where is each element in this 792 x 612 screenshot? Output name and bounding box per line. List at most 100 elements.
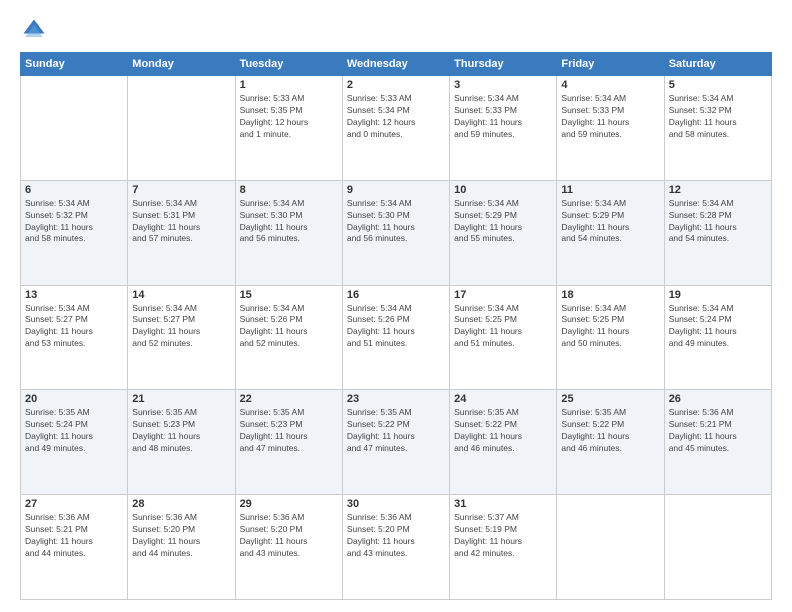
day-number: 26: [669, 393, 767, 405]
calendar-cell: 15 Sunrise: 5:34 AM Sunset: 5:26 PM Dayli…: [235, 285, 342, 390]
calendar-cell: 9 Sunrise: 5:34 AM Sunset: 5:30 PM Daylig…: [342, 180, 449, 285]
weekday-header: Wednesday: [342, 53, 449, 76]
calendar-cell: 21 Sunrise: 5:35 AM Sunset: 5:23 PM Dayli…: [128, 390, 235, 495]
day-info: Sunrise: 5:35 AM Sunset: 5:22 PM Dayligh…: [347, 407, 445, 455]
calendar-cell: 30Sunrise: 5:36 AM Sunset: 5:20 PM Dayli…: [342, 495, 449, 600]
day-number: 7: [132, 184, 230, 196]
calendar-cell: 26 Sunrise: 5:36 AM Sunset: 5:21 PM Dayli…: [664, 390, 771, 495]
day-number: 6: [25, 184, 123, 196]
calendar-cell: 23 Sunrise: 5:35 AM Sunset: 5:22 PM Dayli…: [342, 390, 449, 495]
day-info: Sunrise: 5:36 AM Sunset: 5:20 PM Dayligh…: [347, 512, 445, 560]
calendar-cell: 24 Sunrise: 5:35 AM Sunset: 5:22 PM Dayli…: [450, 390, 557, 495]
calendar-cell: 22 Sunrise: 5:35 AM Sunset: 5:23 PM Dayli…: [235, 390, 342, 495]
weekday-header: Monday: [128, 53, 235, 76]
calendar-cell: 5Sunrise: 5:34 AM Sunset: 5:32 PM Daylig…: [664, 76, 771, 181]
weekday-header: Saturday: [664, 53, 771, 76]
day-info: Sunrise: 5:34 AM Sunset: 5:27 PM Dayligh…: [25, 303, 123, 351]
calendar-cell: [21, 76, 128, 181]
day-info: Sunrise: 5:35 AM Sunset: 5:22 PM Dayligh…: [561, 407, 659, 455]
day-info: Sunrise: 5:34 AM Sunset: 5:30 PM Dayligh…: [347, 198, 445, 246]
calendar-table: SundayMondayTuesdayWednesdayThursdayFrid…: [20, 52, 772, 600]
day-number: 21: [132, 393, 230, 405]
day-number: 5: [669, 79, 767, 91]
day-number: 14: [132, 289, 230, 301]
calendar-cell: 1 Sunrise: 5:33 AM Sunset: 5:35 PM Daylig…: [235, 76, 342, 181]
day-number: 24: [454, 393, 552, 405]
day-info: Sunrise: 5:36 AM Sunset: 5:21 PM Dayligh…: [669, 407, 767, 455]
day-number: 15: [240, 289, 338, 301]
calendar-cell: 2 Sunrise: 5:33 AM Sunset: 5:34 PM Daylig…: [342, 76, 449, 181]
day-number: 20: [25, 393, 123, 405]
day-info: Sunrise: 5:35 AM Sunset: 5:22 PM Dayligh…: [454, 407, 552, 455]
weekday-header: Friday: [557, 53, 664, 76]
page: SundayMondayTuesdayWednesdayThursdayFrid…: [0, 0, 792, 612]
calendar-cell: 13 Sunrise: 5:34 AM Sunset: 5:27 PM Dayli…: [21, 285, 128, 390]
day-number: 18: [561, 289, 659, 301]
day-number: 13: [25, 289, 123, 301]
calendar-cell: [128, 76, 235, 181]
day-info: Sunrise: 5:34 AM Sunset: 5:33 PM Dayligh…: [454, 93, 552, 141]
calendar-header-row: SundayMondayTuesdayWednesdayThursdayFrid…: [21, 53, 772, 76]
day-info: Sunrise: 5:34 AM Sunset: 5:26 PM Dayligh…: [240, 303, 338, 351]
day-info: Sunrise: 5:34 AM Sunset: 5:25 PM Dayligh…: [561, 303, 659, 351]
day-info: Sunrise: 5:34 AM Sunset: 5:26 PM Dayligh…: [347, 303, 445, 351]
day-number: 27: [25, 498, 123, 510]
calendar-week-row: 20 Sunrise: 5:35 AM Sunset: 5:24 PM Dayli…: [21, 390, 772, 495]
calendar-cell: 29 Sunrise: 5:36 AM Sunset: 5:20 PM Dayli…: [235, 495, 342, 600]
day-info: Sunrise: 5:35 AM Sunset: 5:23 PM Dayligh…: [240, 407, 338, 455]
calendar-week-row: 27 Sunrise: 5:36 AM Sunset: 5:21 PM Dayli…: [21, 495, 772, 600]
day-number: 22: [240, 393, 338, 405]
day-info: Sunrise: 5:37 AM Sunset: 5:19 PM Dayligh…: [454, 512, 552, 560]
day-number: 17: [454, 289, 552, 301]
day-info: Sunrise: 5:33 AM Sunset: 5:35 PM Dayligh…: [240, 93, 338, 141]
day-info: Sunrise: 5:34 AM Sunset: 5:32 PM Dayligh…: [25, 198, 123, 246]
calendar-cell: 12Sunrise: 5:34 AM Sunset: 5:28 PM Dayli…: [664, 180, 771, 285]
day-number: 29: [240, 498, 338, 510]
day-number: 12: [669, 184, 767, 196]
calendar-cell: 8Sunrise: 5:34 AM Sunset: 5:30 PM Daylig…: [235, 180, 342, 285]
day-info: Sunrise: 5:36 AM Sunset: 5:20 PM Dayligh…: [132, 512, 230, 560]
calendar-cell: 7 Sunrise: 5:34 AM Sunset: 5:31 PM Daylig…: [128, 180, 235, 285]
calendar-cell: 10Sunrise: 5:34 AM Sunset: 5:29 PM Dayli…: [450, 180, 557, 285]
calendar-cell: 20 Sunrise: 5:35 AM Sunset: 5:24 PM Dayli…: [21, 390, 128, 495]
calendar-cell: 31 Sunrise: 5:37 AM Sunset: 5:19 PM Dayli…: [450, 495, 557, 600]
day-number: 11: [561, 184, 659, 196]
day-info: Sunrise: 5:34 AM Sunset: 5:30 PM Dayligh…: [240, 198, 338, 246]
day-info: Sunrise: 5:34 AM Sunset: 5:24 PM Dayligh…: [669, 303, 767, 351]
calendar-cell: [557, 495, 664, 600]
calendar-week-row: 13 Sunrise: 5:34 AM Sunset: 5:27 PM Dayli…: [21, 285, 772, 390]
day-info: Sunrise: 5:34 AM Sunset: 5:33 PM Dayligh…: [561, 93, 659, 141]
day-info: Sunrise: 5:33 AM Sunset: 5:34 PM Dayligh…: [347, 93, 445, 141]
day-number: 2: [347, 79, 445, 91]
calendar-cell: 3 Sunrise: 5:34 AM Sunset: 5:33 PM Daylig…: [450, 76, 557, 181]
day-number: 3: [454, 79, 552, 91]
calendar-cell: 25Sunrise: 5:35 AM Sunset: 5:22 PM Dayli…: [557, 390, 664, 495]
day-number: 23: [347, 393, 445, 405]
day-number: 9: [347, 184, 445, 196]
calendar-cell: 17 Sunrise: 5:34 AM Sunset: 5:25 PM Dayli…: [450, 285, 557, 390]
day-info: Sunrise: 5:36 AM Sunset: 5:20 PM Dayligh…: [240, 512, 338, 560]
day-info: Sunrise: 5:34 AM Sunset: 5:29 PM Dayligh…: [561, 198, 659, 246]
logo: [20, 16, 52, 44]
day-info: Sunrise: 5:36 AM Sunset: 5:21 PM Dayligh…: [25, 512, 123, 560]
day-number: 31: [454, 498, 552, 510]
calendar-cell: 6 Sunrise: 5:34 AM Sunset: 5:32 PM Daylig…: [21, 180, 128, 285]
calendar-cell: 4 Sunrise: 5:34 AM Sunset: 5:33 PM Daylig…: [557, 76, 664, 181]
day-number: 4: [561, 79, 659, 91]
day-info: Sunrise: 5:35 AM Sunset: 5:24 PM Dayligh…: [25, 407, 123, 455]
day-number: 28: [132, 498, 230, 510]
calendar-cell: 16 Sunrise: 5:34 AM Sunset: 5:26 PM Dayli…: [342, 285, 449, 390]
day-number: 16: [347, 289, 445, 301]
logo-icon: [20, 16, 48, 44]
weekday-header: Thursday: [450, 53, 557, 76]
calendar-cell: 18 Sunrise: 5:34 AM Sunset: 5:25 PM Dayli…: [557, 285, 664, 390]
day-info: Sunrise: 5:35 AM Sunset: 5:23 PM Dayligh…: [132, 407, 230, 455]
day-info: Sunrise: 5:34 AM Sunset: 5:25 PM Dayligh…: [454, 303, 552, 351]
day-info: Sunrise: 5:34 AM Sunset: 5:27 PM Dayligh…: [132, 303, 230, 351]
calendar-cell: 19 Sunrise: 5:34 AM Sunset: 5:24 PM Dayli…: [664, 285, 771, 390]
calendar-week-row: 1 Sunrise: 5:33 AM Sunset: 5:35 PM Daylig…: [21, 76, 772, 181]
day-info: Sunrise: 5:34 AM Sunset: 5:31 PM Dayligh…: [132, 198, 230, 246]
day-number: 19: [669, 289, 767, 301]
day-number: 10: [454, 184, 552, 196]
day-number: 1: [240, 79, 338, 91]
